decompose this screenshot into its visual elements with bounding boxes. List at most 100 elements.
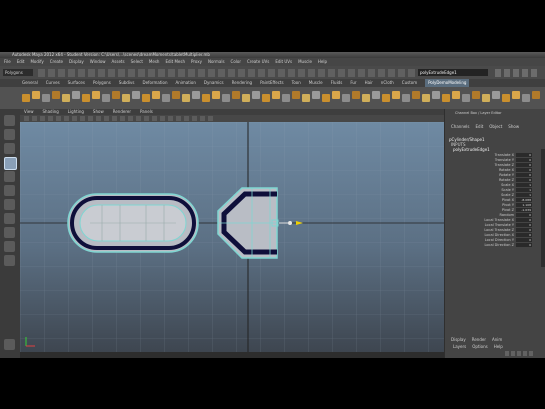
shelf-tab-ncloth[interactable]: nCloth bbox=[381, 79, 394, 87]
panel-menu-panels[interactable]: Panels bbox=[140, 109, 153, 114]
menu-window[interactable]: Window bbox=[90, 59, 106, 64]
sidebar-toggle-icons[interactable] bbox=[495, 69, 540, 77]
shelf-tab-toon[interactable]: Toon bbox=[292, 79, 301, 87]
shelf-tool-icon[interactable] bbox=[532, 91, 540, 99]
shelf-tool-icon[interactable] bbox=[372, 91, 380, 99]
shelf-tool-icon[interactable] bbox=[52, 91, 60, 99]
channel-attribute-value[interactable]: 0 bbox=[516, 158, 532, 162]
shelf-tool-icon[interactable] bbox=[422, 94, 430, 102]
channel-attribute-value[interactable]: 0 bbox=[516, 218, 532, 222]
shelf-tool-icon[interactable] bbox=[282, 94, 290, 102]
channel-attribute-value[interactable]: 0 bbox=[516, 243, 532, 247]
menu-edit-mesh[interactable]: Edit Mesh bbox=[165, 59, 185, 64]
shelf-tab-dynamics[interactable]: Dynamics bbox=[204, 79, 224, 87]
shelf-tool-icon[interactable] bbox=[252, 91, 260, 99]
lasso-tool-icon[interactable] bbox=[4, 129, 15, 140]
shelf-tool-icon[interactable] bbox=[522, 94, 530, 102]
layer-menu-help[interactable]: Help bbox=[494, 344, 503, 349]
panel-menu-lighting[interactable]: Lighting bbox=[68, 109, 84, 114]
menu-select[interactable]: Select bbox=[131, 59, 143, 64]
menu-help[interactable]: Help bbox=[318, 59, 327, 64]
shelf-tool-icon[interactable] bbox=[122, 94, 130, 102]
channel-attribute-value[interactable]: 0 bbox=[516, 233, 532, 237]
shelf-tab-deformation[interactable]: Deformation bbox=[143, 79, 168, 87]
shelf-tool-icon[interactable] bbox=[292, 91, 300, 99]
channel-attribute-value[interactable]: 1.108 bbox=[516, 203, 532, 207]
menu-muscle[interactable]: Muscle bbox=[298, 59, 312, 64]
menu-display[interactable]: Display bbox=[69, 59, 84, 64]
channel-attribute-value[interactable]: 0 bbox=[516, 153, 532, 157]
shelf-tool-icon[interactable] bbox=[22, 94, 30, 102]
shelf-tool-icon[interactable] bbox=[212, 91, 220, 99]
channel-attribute-value[interactable]: 0 bbox=[516, 238, 532, 242]
shelf-tool-icon[interactable] bbox=[512, 91, 520, 99]
shelf-tool-icon[interactable] bbox=[462, 94, 470, 102]
channel-attribute-row[interactable]: Local Direction Z0 bbox=[448, 243, 538, 248]
shelf-tab-hair[interactable]: Hair bbox=[365, 79, 373, 87]
time-slider[interactable] bbox=[20, 352, 444, 358]
move-tool-icon[interactable] bbox=[4, 157, 17, 170]
shelf-tab-muscle[interactable]: Muscle bbox=[309, 79, 323, 87]
shelf-tool-icon[interactable] bbox=[412, 91, 420, 99]
layer-menu-layers[interactable]: Layers bbox=[453, 344, 466, 349]
channel-box-tab-object[interactable]: Object bbox=[489, 124, 502, 129]
shelf-tool-icon[interactable] bbox=[82, 94, 90, 102]
menu-create-uvs[interactable]: Create UVs bbox=[247, 59, 269, 64]
shelf-tool-icon[interactable] bbox=[132, 91, 140, 99]
channel-box-tab-channels[interactable]: Channels bbox=[451, 124, 470, 129]
shelf-tab-fluids[interactable]: Fluids bbox=[331, 79, 343, 87]
shelf-tool-icon[interactable] bbox=[142, 94, 150, 102]
shelf-tool-icon[interactable] bbox=[472, 91, 480, 99]
menu-assets[interactable]: Assets bbox=[112, 59, 125, 64]
layer-tab-display[interactable]: Display bbox=[451, 337, 466, 342]
shelf-tab-painteffects[interactable]: PaintEffects bbox=[260, 79, 284, 87]
shelf-tool-icon[interactable] bbox=[32, 91, 40, 99]
channel-attribute-value[interactable]: 0 bbox=[516, 163, 532, 167]
shelf-tool-icon[interactable] bbox=[392, 91, 400, 99]
panel-menu-renderer[interactable]: Renderer bbox=[113, 109, 131, 114]
shelf-tool-icon[interactable] bbox=[312, 91, 320, 99]
channel-attribute-value[interactable]: -8.088 bbox=[516, 198, 532, 202]
channel-attribute-value[interactable]: 0 bbox=[516, 173, 532, 177]
channel-attribute-value[interactable]: 0 bbox=[516, 223, 532, 227]
shelf-tool-icon[interactable] bbox=[222, 94, 230, 102]
channel-attribute-value[interactable]: 0 bbox=[516, 228, 532, 232]
shelf-tab-polydemomodeling[interactable]: PolyDemoModeling bbox=[425, 79, 470, 87]
channel-attribute-value[interactable]: 0 bbox=[516, 213, 532, 217]
shelf-tool-icon[interactable] bbox=[272, 91, 280, 99]
channel-box-tab-show[interactable]: Show bbox=[508, 124, 519, 129]
shelf-tool-icon[interactable] bbox=[382, 94, 390, 102]
shelf-tool-icon[interactable] bbox=[182, 94, 190, 102]
shelf-tool-icon[interactable] bbox=[192, 91, 200, 99]
menu-create[interactable]: Create bbox=[50, 59, 63, 64]
layer-menu-options[interactable]: Options bbox=[472, 344, 487, 349]
shelf-tool-icon[interactable] bbox=[262, 94, 270, 102]
shelf-tool-icon[interactable] bbox=[452, 91, 460, 99]
shelf-tool-icon[interactable] bbox=[342, 94, 350, 102]
shelf-tab-polygons[interactable]: Polygons bbox=[93, 79, 111, 87]
channel-box-tab-edit[interactable]: Edit bbox=[476, 124, 484, 129]
shelf-tool-icon[interactable] bbox=[42, 94, 50, 102]
rotate-tool-icon[interactable] bbox=[4, 171, 15, 182]
shelf-tool-icon[interactable] bbox=[202, 94, 210, 102]
shelf-tool-icon[interactable] bbox=[162, 94, 170, 102]
shelf-tool-icon[interactable] bbox=[322, 94, 330, 102]
shelf-tool-icon[interactable] bbox=[492, 91, 500, 99]
shelf-tab-general[interactable]: General bbox=[22, 79, 38, 87]
channel-attribute-value[interactable]: -1.039 bbox=[516, 208, 532, 212]
menu-edit[interactable]: Edit bbox=[17, 59, 25, 64]
menu-color[interactable]: Color bbox=[231, 59, 241, 64]
shelf-tool-icon[interactable] bbox=[232, 91, 240, 99]
shelf-tool-icon[interactable] bbox=[172, 91, 180, 99]
channel-attribute-value[interactable]: 0 bbox=[516, 178, 532, 182]
shelf-tool-icon[interactable] bbox=[502, 94, 510, 102]
panel-menu-shading[interactable]: Shading bbox=[43, 109, 59, 114]
shelf-tool-icon[interactable] bbox=[402, 94, 410, 102]
channel-box-node[interactable]: polyExtrudeEdge1 bbox=[453, 147, 490, 152]
shelf-tab-surfaces[interactable]: Surfaces bbox=[68, 79, 85, 87]
shelf-tool-icon[interactable] bbox=[362, 94, 370, 102]
shelf-tab-rendering[interactable]: Rendering bbox=[232, 79, 252, 87]
shelf-tool-icon[interactable] bbox=[242, 94, 250, 102]
panel-toolbar-icons[interactable] bbox=[24, 116, 214, 121]
layout-graph-icon[interactable] bbox=[4, 339, 15, 350]
